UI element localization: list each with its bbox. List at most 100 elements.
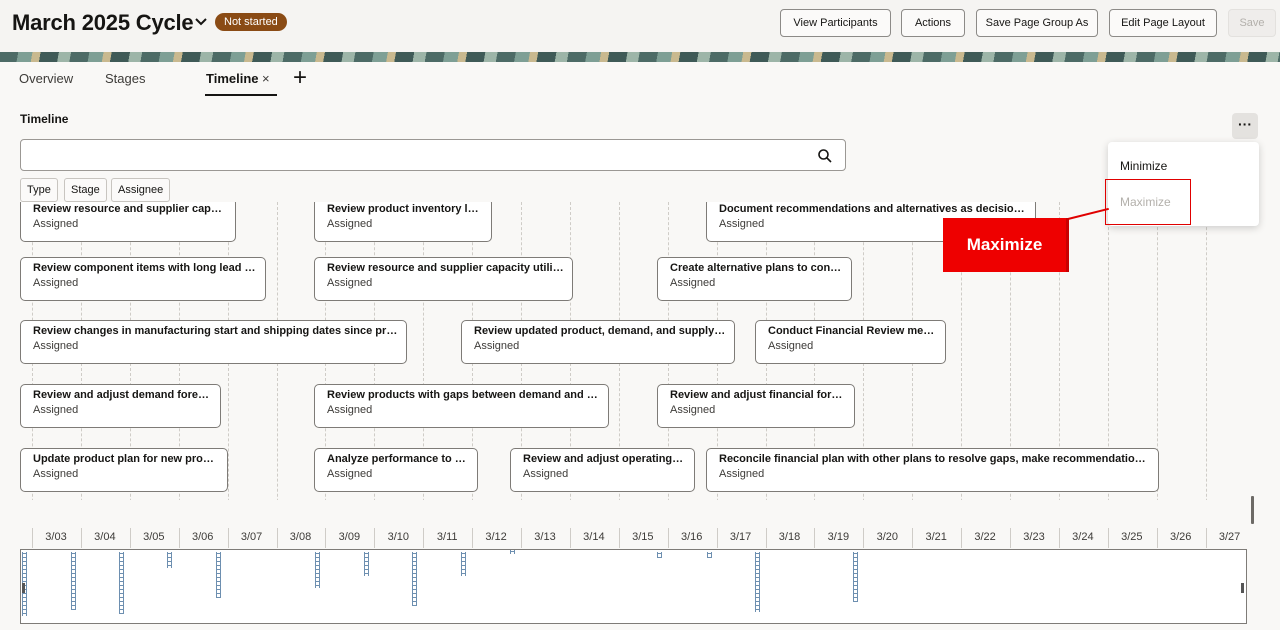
tab-timeline[interactable]: Timeline [206,71,259,86]
axis-date-label: 3/18 [778,531,801,543]
filter-assignee[interactable]: Assignee [111,178,171,202]
axis-date-label: 3/20 [876,531,898,543]
axis-date-label: 3/27 [1218,531,1241,543]
axis-tick [569,528,571,548]
filter-type[interactable]: Type [20,178,58,202]
add-tab-icon[interactable]: + [293,66,307,90]
overview-density-mark [657,552,662,558]
task-status: Assigned [670,277,716,289]
axis-tick [1010,528,1011,548]
axis-tick [32,528,33,548]
task-card[interactable]: Review updated product, demand, and supp… [461,320,735,364]
task-title: Review changes in manufacturing start an… [33,325,406,337]
overview-density-mark [167,552,172,568]
overview-density-mark [364,552,369,576]
task-card[interactable]: Review and adjust financial forecast Ass… [657,384,855,428]
tab-stages[interactable]: Stages [105,71,145,86]
overview-right-handle[interactable] [1241,583,1244,593]
actions-button[interactable]: Actions [901,9,965,37]
axis-tick [1058,528,1060,548]
section-title: Timeline [20,112,69,126]
task-status: Assigned [33,468,79,480]
overview-density-mark [707,552,712,558]
axis-date-label: 3/08 [289,531,312,543]
active-tab-indicator [205,94,277,96]
task-card[interactable]: Review product inventory levels Assigned [314,202,492,242]
axis-date-label: 3/22 [974,531,996,543]
task-card[interactable]: Create alternative plans to consider Ass… [657,257,852,301]
axis-date-label: 3/09 [338,531,361,543]
edit-page-layout-button[interactable]: Edit Page Layout [1109,9,1217,37]
task-title: Review and adjust demand forecasts [33,389,220,401]
task-status: Assigned [327,404,373,416]
overview-left-handle[interactable] [22,583,25,593]
axis-date-label: 3/26 [1169,531,1192,543]
menu-item-minimize[interactable]: Minimize [1120,159,1167,173]
task-title: Review products with gaps between demand… [327,389,608,401]
task-status: Assigned [33,404,79,416]
task-card[interactable]: Review component items with long lead ti… [20,257,266,301]
overview-density-mark [71,552,76,610]
day-gridline [1205,202,1207,500]
task-card[interactable]: Review changes in manufacturing start an… [20,320,407,364]
axis-tick [472,528,474,548]
task-title: Create alternative plans to consider [670,262,851,274]
task-title: Review and adjust financial forecast [670,389,854,401]
axis-date-label: 3/16 [680,531,703,543]
chevron-down-icon[interactable] [193,12,209,32]
page-title[interactable]: March 2025 Cycle [12,10,194,36]
callout-label: Maximize [943,218,1069,272]
task-title: Review updated product, demand, and supp… [474,325,734,337]
search-input[interactable] [20,139,846,171]
save-page-group-as-button[interactable]: Save Page Group As [976,9,1098,37]
task-card[interactable]: Conduct Financial Review meeting Assigne… [755,320,946,364]
overview-density-mark [315,552,320,588]
axis-tick [618,528,620,548]
task-card[interactable]: Analyze performance to plan Assigned [314,448,478,492]
task-title: Review component items with long lead ti… [33,262,265,274]
timeline-overview[interactable] [20,549,1247,624]
task-card[interactable]: Review products with gaps between demand… [314,384,609,428]
axis-tick [423,528,425,548]
axis-tick [521,528,522,548]
tab-overview[interactable]: Overview [19,71,73,86]
axis-date-label: 3/23 [1023,531,1045,543]
view-participants-button[interactable]: View Participants [780,9,891,37]
highlight-box [1105,179,1191,225]
axis-date-label: 3/05 [143,531,165,543]
task-card[interactable]: Review resource and supplier capacities … [20,202,236,242]
task-card[interactable]: Update product plan for new products Ass… [20,448,228,492]
task-card[interactable]: Reconcile financial plan with other plan… [706,448,1159,492]
overview-density-mark [510,550,515,554]
task-status: Assigned [327,277,373,289]
task-card[interactable]: Review and adjust operating plan Assigne… [510,448,695,492]
task-status: Assigned [33,340,79,352]
axis-tick [1205,528,1207,548]
axis-tick [80,528,82,548]
search-icon[interactable] [817,148,833,164]
axis-date-label: 3/12 [485,531,507,543]
task-card[interactable]: Review and adjust demand forecasts Assig… [20,384,221,428]
axis-tick [276,528,278,548]
axis-tick [129,528,131,548]
overview-density-mark [755,552,760,612]
axis-tick [814,528,816,548]
timeline-scrollbar[interactable] [1251,496,1254,524]
task-status: Assigned [670,404,716,416]
axis-tick [325,528,327,548]
task-status: Assigned [33,218,79,230]
task-title: Analyze performance to plan [327,453,477,465]
save-button[interactable]: Save [1228,9,1276,37]
task-status: Assigned [719,468,765,480]
task-title: Review and adjust operating plan [523,453,694,465]
axis-date-label: 3/25 [1121,531,1143,543]
overview-density-mark [853,552,858,602]
task-card[interactable]: Review resource and supplier capacity ut… [314,257,573,301]
filter-stage[interactable]: Stage [64,178,107,202]
axis-tick [178,528,180,548]
close-icon[interactable]: × [262,71,270,86]
axis-tick [1107,528,1109,548]
axis-tick [765,528,767,548]
task-title: Review product inventory levels [327,203,491,215]
more-options-button[interactable]: ··· [1232,113,1258,139]
